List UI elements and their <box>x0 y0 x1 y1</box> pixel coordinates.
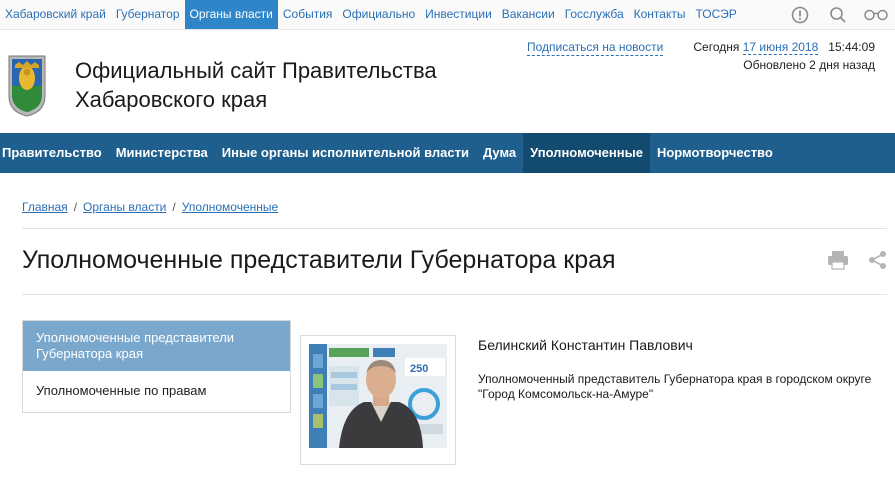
today-label: Сегодня <box>693 40 740 54</box>
person-name[interactable]: Белинский Константин Павлович <box>478 337 693 353</box>
page-title: Уполномоченные представители Губернатора… <box>22 246 616 274</box>
topnav-item-vacancies[interactable]: Вакансии <box>497 0 560 29</box>
current-time: 15:44:09 <box>828 40 875 54</box>
topnav-item-civil-service[interactable]: Госслужба <box>560 0 629 29</box>
mainnav-item-lawmaking[interactable]: Нормотворчество <box>650 133 780 173</box>
mainnav-item-authorized[interactable]: Уполномоченные <box>523 133 650 173</box>
date-link[interactable]: 17 июня 2018 <box>742 40 819 55</box>
glasses-icon[interactable] <box>857 0 895 29</box>
divider <box>22 294 887 295</box>
topnav-item-khabarovsky-krai[interactable]: Хабаровский край <box>0 0 111 29</box>
mainnav-item-government[interactable]: Правительство <box>0 133 109 173</box>
info-icon[interactable] <box>781 0 819 29</box>
side-menu: Уполномоченные представители Губернатора… <box>22 320 291 413</box>
mainnav-item-other-executive-bodies[interactable]: Иные органы исполнительной власти <box>215 133 476 173</box>
top-icons <box>781 0 895 29</box>
breadcrumb: Главная / Органы власти / Уполномоченные <box>22 200 278 214</box>
main-nav: Правительство Министерства Иные органы и… <box>0 133 895 173</box>
topnav-item-events[interactable]: События <box>278 0 338 29</box>
mainnav-item-duma[interactable]: Дума <box>476 133 523 173</box>
search-icon[interactable] <box>819 0 857 29</box>
person-description: Уполномоченный представитель Губернатора… <box>478 372 872 401</box>
site-title-line2: Хабаровского края <box>75 87 268 112</box>
sidemenu-item-governor-representatives[interactable]: Уполномоченные представители Губернатора… <box>23 321 290 371</box>
photo-banner-number: 250 <box>410 363 428 375</box>
site-title: Официальный сайт Правительства Хабаровск… <box>75 56 495 114</box>
topnav-item-governor[interactable]: Губернатор <box>111 0 185 29</box>
breadcrumb-separator: / <box>172 200 176 214</box>
site-title-line1: Официальный сайт Правительства <box>75 58 437 83</box>
sidemenu-item-rights-commissioners[interactable]: Уполномоченные по правам <box>23 371 290 412</box>
breadcrumb-home[interactable]: Главная <box>22 200 68 214</box>
person-photo[interactable]: 250 <box>309 344 447 448</box>
today-date-time: Сегодня 17 июня 2018 15:44:09 <box>693 40 875 55</box>
topnav-item-investments[interactable]: Инвестиции <box>420 0 497 29</box>
coat-of-arms-logo[interactable] <box>7 50 47 118</box>
mainnav-item-ministries[interactable]: Министерства <box>109 133 215 173</box>
breadcrumb-authorities[interactable]: Органы власти <box>83 200 166 214</box>
share-icon[interactable] <box>866 248 890 272</box>
topnav-item-authorities[interactable]: Органы власти <box>184 0 278 29</box>
print-icon[interactable] <box>822 248 854 272</box>
top-bar: Хабаровский край Губернатор Органы власт… <box>0 0 895 30</box>
updated-status: Обновлено 2 дня назад <box>743 58 875 72</box>
subscribe-link[interactable]: Подписаться на новости <box>527 40 664 56</box>
topnav-item-contacts[interactable]: Контакты <box>629 0 691 29</box>
topnav-item-official[interactable]: Официально <box>337 0 420 29</box>
person-photo-card[interactable]: 250 <box>300 335 456 465</box>
top-nav: Хабаровский край Губернатор Органы власт… <box>0 0 742 29</box>
divider <box>22 228 887 229</box>
breadcrumb-separator: / <box>73 200 78 214</box>
breadcrumb-authorized[interactable]: Уполномоченные <box>182 200 278 214</box>
topnav-item-toser[interactable]: ТОСЭР <box>690 0 741 29</box>
